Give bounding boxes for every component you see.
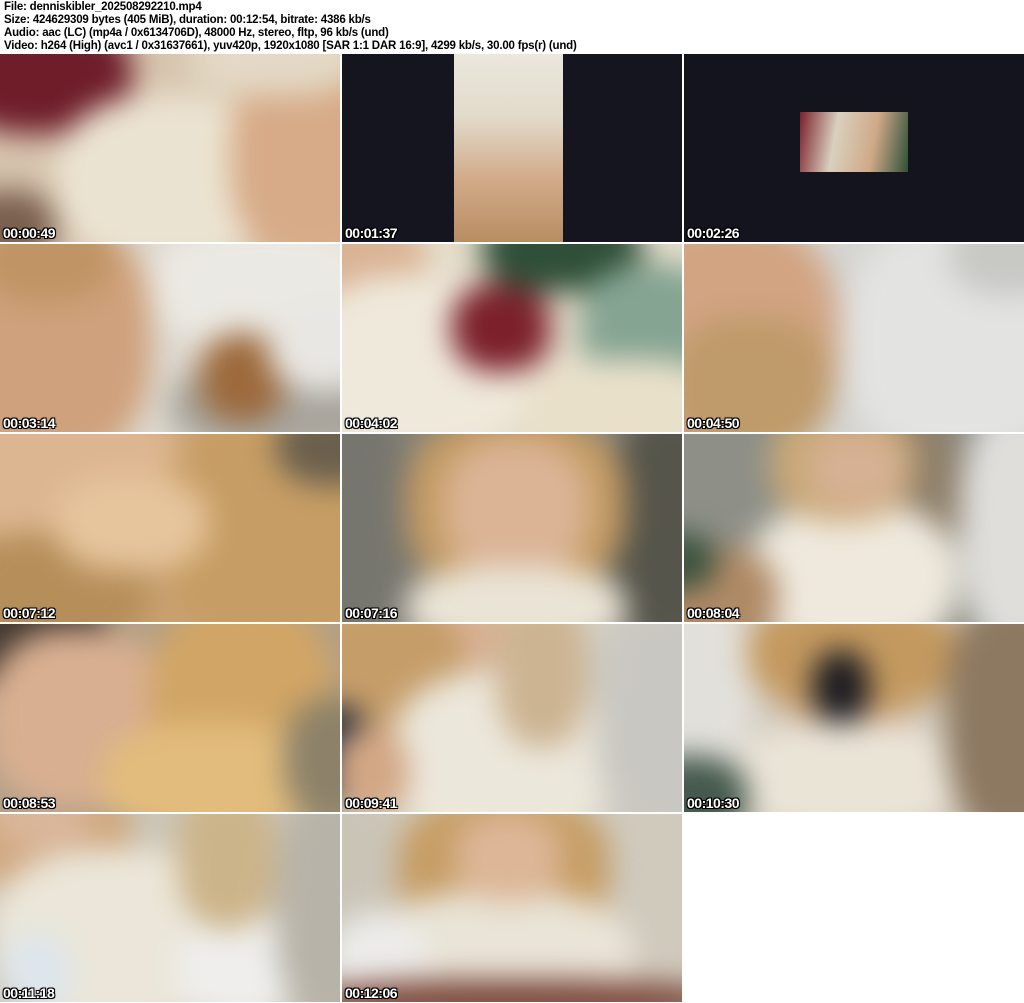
empty-grid-slot — [684, 814, 1024, 1002]
image-color-zone — [595, 624, 682, 812]
image-color-zone — [443, 439, 589, 577]
thumbnail-image-placeholder — [0, 434, 340, 622]
timestamp-overlay: 00:07:12 — [3, 605, 56, 621]
thumbnail: 00:12:06 — [342, 814, 682, 1002]
thumbnail-image-placeholder — [0, 244, 340, 432]
timestamp-overlay: 00:01:37 — [345, 225, 398, 241]
image-color-zone — [945, 624, 1024, 812]
timestamp-overlay: 00:00:49 — [3, 225, 56, 241]
timestamp-overlay: 00:10:30 — [687, 795, 740, 811]
image-color-zone — [812, 650, 870, 725]
thumbnail-image-placeholder — [342, 814, 682, 1002]
thumbnail-image-placeholder — [342, 624, 682, 812]
thumbnail-image-placeholder — [0, 54, 340, 242]
timestamp-overlay: 00:09:41 — [345, 795, 398, 811]
image-color-zone — [808, 434, 904, 507]
timestamp-overlay: 00:04:50 — [687, 415, 740, 431]
image-color-zone — [177, 814, 277, 930]
image-color-zone — [342, 434, 414, 622]
image-color-zone — [960, 434, 1024, 622]
image-color-zone — [268, 302, 340, 391]
file-info-header: File: denniskibler_202508292210.mp4 Size… — [0, 0, 1024, 54]
video-contact-sheet: File: denniskibler_202508292210.mp4 Size… — [0, 0, 1024, 1002]
thumbnail: 00:04:50 — [684, 244, 1024, 432]
file-name-line: File: denniskibler_202508292210.mp4 — [4, 1, 202, 13]
video-info-line: Video: h264 (High) (avc1 / 0x31637661), … — [4, 40, 577, 52]
thumbnail: 00:02:26 — [684, 54, 1024, 242]
image-color-zone — [732, 722, 961, 812]
thumbnail: 00:00:49 — [0, 54, 340, 242]
thumbnail: 00:09:41 — [342, 624, 682, 812]
image-color-zone — [451, 283, 551, 372]
timestamp-overlay: 00:11:18 — [3, 985, 55, 1001]
image-color-zone — [405, 565, 627, 622]
timestamp-overlay: 00:08:04 — [687, 605, 740, 621]
image-color-zone — [55, 475, 209, 571]
thumbnail-grid: 00:00:49 00:01:37 00:02:26 00:03:14 00:0… — [0, 54, 1024, 1002]
image-color-zone — [189, 54, 340, 96]
timestamp-overlay: 00:07:16 — [345, 605, 398, 621]
thumbnail: 00:01:37 — [342, 54, 682, 242]
thumbnail: 00:08:04 — [684, 434, 1024, 622]
thumbnail-image-placeholder — [684, 434, 1024, 622]
thumbnail: 00:07:16 — [342, 434, 682, 622]
image-color-zone — [276, 814, 340, 1002]
portrait-video-strip — [454, 54, 563, 242]
thumbnail: 00:03:14 — [0, 244, 340, 432]
image-color-zone — [454, 814, 562, 902]
timestamp-overlay: 00:03:14 — [3, 415, 56, 431]
thumbnail-image-placeholder — [342, 244, 682, 432]
thumbnail-image-placeholder — [684, 244, 1024, 432]
pip-frame — [799, 112, 909, 173]
thumbnail: 00:10:30 — [684, 624, 1024, 812]
thumbnail-image-placeholder — [684, 624, 1024, 812]
timestamp-overlay: 00:02:26 — [687, 225, 740, 241]
thumbnail: 00:07:12 — [0, 434, 340, 622]
thumbnail-image-placeholder — [0, 624, 340, 812]
thumbnail-image-placeholder — [0, 814, 340, 1002]
thumbnail: 00:04:02 — [342, 244, 682, 432]
thumbnail: 00:11:18 — [0, 814, 340, 1002]
file-size-line: Size: 424629309 bytes (405 MiB), duratio… — [4, 14, 371, 26]
timestamp-overlay: 00:08:53 — [3, 795, 56, 811]
audio-info-line: Audio: aac (LC) (mp4a / 0x6134706D), 480… — [4, 27, 389, 39]
image-color-zone — [496, 624, 589, 748]
timestamp-overlay: 00:12:06 — [345, 985, 398, 1001]
timestamp-overlay: 00:04:02 — [345, 415, 398, 431]
thumbnail: 00:08:53 — [0, 624, 340, 812]
thumbnail-image-placeholder — [342, 434, 682, 622]
image-color-zone — [519, 359, 682, 432]
